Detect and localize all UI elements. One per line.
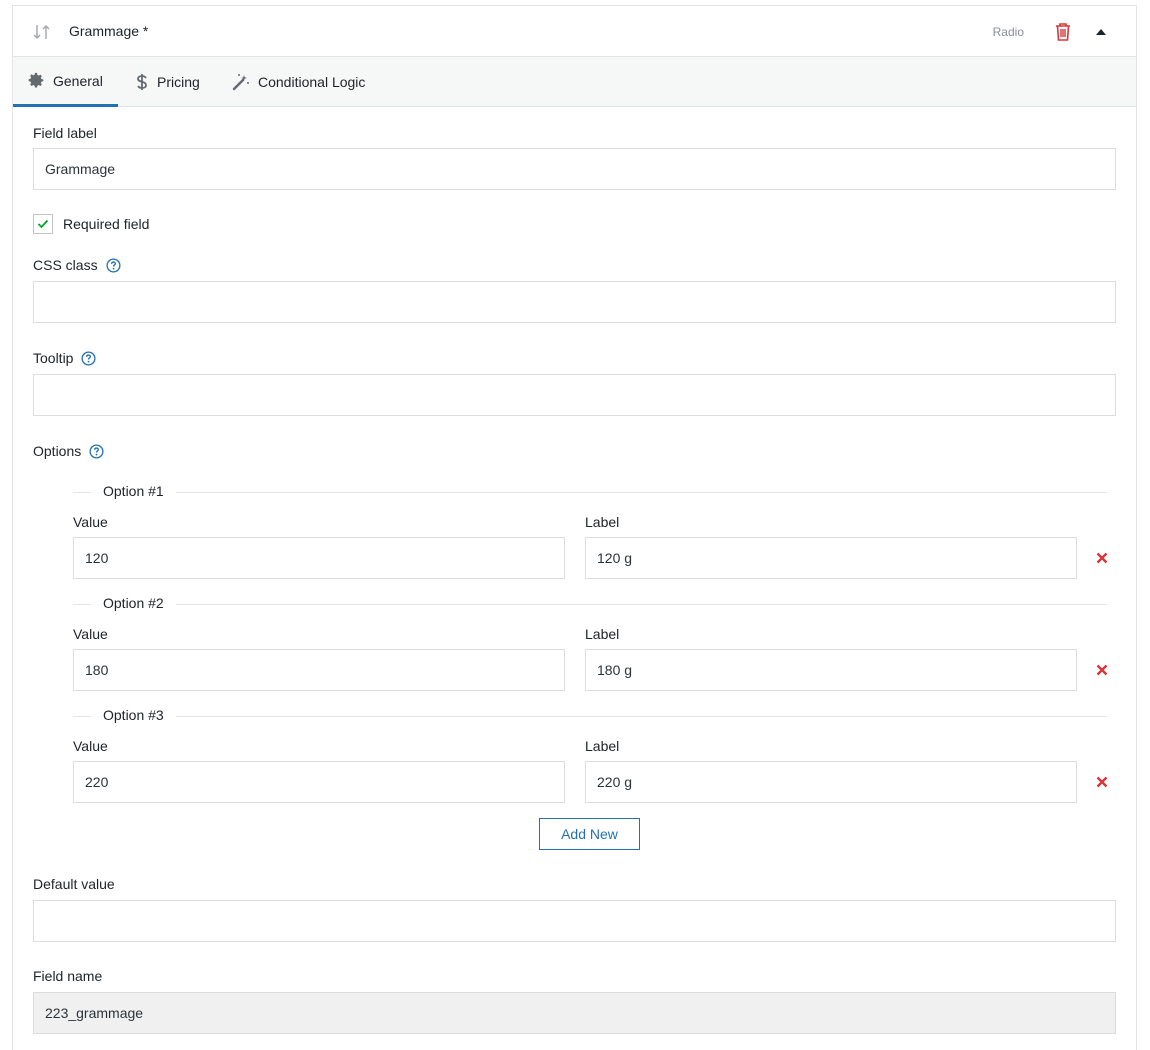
remove-option-icon[interactable] <box>1095 663 1109 677</box>
field-label-heading: Field label <box>33 125 97 141</box>
caret-up-icon[interactable] <box>1094 25 1108 39</box>
trash-icon[interactable] <box>1054 22 1072 42</box>
option-value: 220 <box>85 774 109 790</box>
dollar-icon <box>137 74 147 90</box>
field-name-input: 223_grammage <box>33 992 1116 1034</box>
option-group-2: Option #2 <box>73 595 1107 611</box>
default-value-input[interactable] <box>33 900 1116 942</box>
options-label: Options <box>33 443 82 459</box>
css-class-heading: CSS class <box>33 257 121 273</box>
tooltip-input[interactable] <box>33 374 1116 416</box>
field-title: Grammage * <box>69 23 149 39</box>
magic-wand-icon <box>232 74 249 91</box>
option-value-label: Value <box>73 626 108 642</box>
default-value-label: Default value <box>33 876 115 892</box>
option-label-input[interactable]: 220 g <box>585 761 1077 803</box>
tab-bar: General Pricing Conditional Logic <box>13 57 1136 107</box>
checkmark-icon <box>37 219 49 229</box>
field-name-heading: Field name <box>33 968 102 984</box>
option-label-input[interactable]: 120 g <box>585 537 1077 579</box>
option-label-value: 220 g <box>597 774 633 790</box>
field-type-badge: Radio <box>992 25 1024 39</box>
option-title: Option #3 <box>91 707 176 723</box>
tooltip-heading: Tooltip <box>33 350 97 366</box>
tab-conditional-logic-label: Conditional Logic <box>258 74 366 90</box>
required-field-label: Required field <box>63 216 150 232</box>
help-icon[interactable] <box>81 350 97 366</box>
css-class-input[interactable] <box>33 281 1116 323</box>
option-value-label: Value <box>73 514 108 530</box>
option-label-value: 180 g <box>597 662 633 678</box>
option-value: 180 <box>85 662 109 678</box>
tab-general-label: General <box>53 72 103 89</box>
option-value: 120 <box>85 550 109 566</box>
field-name-value: 223_grammage <box>45 1005 144 1021</box>
field-label-text: Field label <box>33 125 97 141</box>
css-class-label: CSS class <box>33 257 98 273</box>
option-label-label: Label <box>585 738 620 754</box>
help-icon[interactable] <box>106 257 121 273</box>
option-label-value: 120 g <box>597 550 633 566</box>
option-value-input[interactable]: 220 <box>73 761 565 803</box>
remove-option-icon[interactable] <box>1095 551 1109 565</box>
option-title: Option #2 <box>91 595 176 611</box>
option-label-label: Label <box>585 514 620 530</box>
required-checkbox[interactable] <box>33 214 53 234</box>
option-value-input[interactable]: 180 <box>73 649 565 691</box>
field-label-value: Grammage <box>45 161 116 177</box>
sort-icon[interactable] <box>32 22 52 42</box>
default-value-heading: Default value <box>33 876 115 892</box>
add-new-option-button[interactable]: Add New <box>539 818 640 850</box>
tab-pricing-label: Pricing <box>157 74 200 90</box>
required-field-row: Required field <box>33 214 149 234</box>
add-new-label: Add New <box>561 826 618 842</box>
field-header[interactable]: Grammage * Radio <box>13 6 1136 57</box>
option-title: Option #1 <box>91 483 176 499</box>
gear-icon <box>28 72 44 88</box>
option-label-label: Label <box>585 626 620 642</box>
tab-conditional-logic[interactable]: Conditional Logic <box>217 57 380 107</box>
field-editor-panel: Grammage * Radio General Pricing Conditi… <box>12 5 1137 1050</box>
field-label-input[interactable]: Grammage <box>33 148 1116 190</box>
remove-option-icon[interactable] <box>1095 775 1109 789</box>
field-name-label: Field name <box>33 968 103 984</box>
tooltip-label: Tooltip <box>33 350 74 366</box>
tab-pricing[interactable]: Pricing <box>120 57 215 107</box>
option-group-3: Option #3 <box>73 707 1107 723</box>
tab-general[interactable]: General <box>13 57 118 107</box>
option-label-input[interactable]: 180 g <box>585 649 1077 691</box>
option-group-1: Option #1 <box>73 483 1107 499</box>
option-value-input[interactable]: 120 <box>73 537 565 579</box>
option-value-label: Value <box>73 738 108 754</box>
options-heading: Options <box>33 443 104 459</box>
help-icon[interactable] <box>89 443 104 459</box>
